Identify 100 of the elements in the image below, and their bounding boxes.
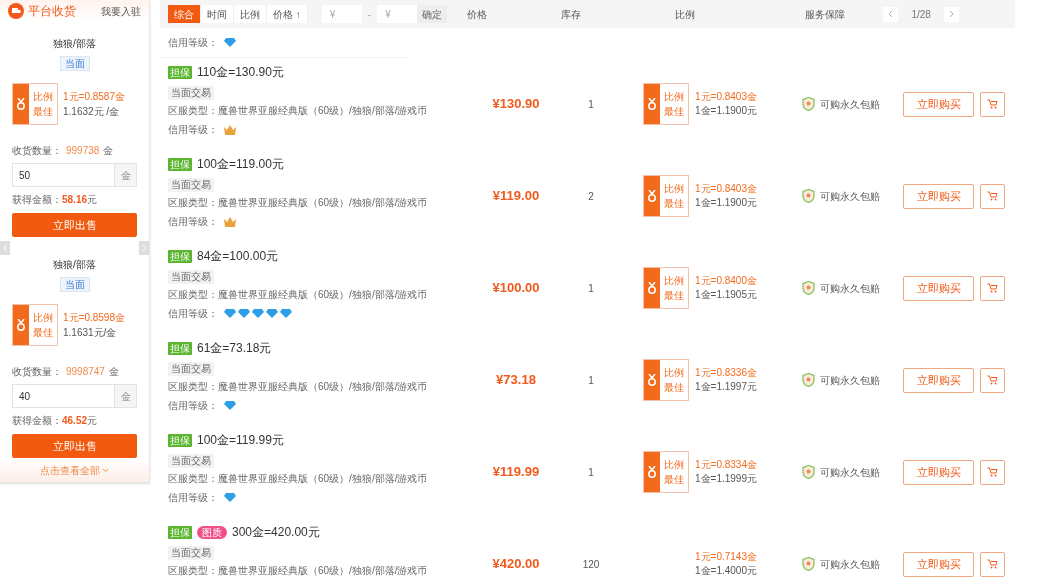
listing-title[interactable]: 100金=119.99元: [197, 431, 284, 449]
cart-icon: [987, 283, 998, 293]
diamond-icon: [280, 309, 292, 318]
guarantee-tag: 担保: [168, 157, 192, 171]
add-to-cart-button[interactable]: [980, 367, 1005, 393]
quantity-unit: 金: [103, 144, 114, 159]
listing-title[interactable]: 61金=73.18元: [197, 339, 272, 357]
listing-title[interactable]: 110金=130.90元: [197, 63, 284, 81]
unit-price: 1金=1.1999元: [695, 472, 757, 486]
unit-label: 金: [114, 164, 136, 187]
listing-title[interactable]: 300金=420.00元: [232, 523, 320, 541]
buy-now-button[interactable]: 立即购买: [903, 183, 974, 209]
trade-tag: 当面: [59, 56, 90, 72]
shield-icon: [802, 373, 815, 387]
buy-now-button[interactable]: 立即购买: [903, 551, 974, 577]
cart-icon: [987, 559, 998, 569]
next-button[interactable]: [139, 241, 149, 256]
service-label: 可购永久包赔: [820, 557, 880, 572]
add-to-cart-button[interactable]: [980, 91, 1005, 117]
unit-price: 1金=1.1997元: [695, 380, 757, 394]
quantity-value: 999738: [66, 144, 100, 159]
exchange-rate: 1元=0.8334金: [695, 458, 757, 472]
amount-input[interactable]: 50: [13, 164, 114, 187]
price: ¥420.00: [492, 555, 540, 574]
service-label: 可购永久包赔: [820, 281, 880, 296]
amount-input[interactable]: 40: [13, 385, 114, 408]
shield-icon: [802, 281, 815, 295]
buy-now-button[interactable]: 立即购买: [903, 367, 974, 393]
exchange-rate: 1元=0.8403金: [695, 90, 757, 104]
confirm-button[interactable]: 确定: [417, 5, 448, 23]
chevron-right-icon: [141, 244, 147, 253]
medal-icon: [647, 190, 657, 202]
sort-tab[interactable]: 时间: [201, 5, 234, 23]
medal-icon: [647, 374, 657, 386]
min-price-field[interactable]: ¥: [321, 5, 362, 23]
best-ratio-badge: 比例最佳: [12, 83, 58, 126]
exchange-rate: 1元=0.8587金: [63, 90, 125, 105]
join-link[interactable]: 我要入驻: [101, 3, 141, 19]
sort-tab[interactable]: 价格 ↑: [267, 5, 308, 23]
stock-count: 2: [588, 189, 594, 204]
exchange-rate: 1元=0.8403金: [695, 182, 757, 196]
amount-field[interactable]: 40 金: [12, 384, 137, 409]
earn-value: 46.52: [62, 414, 88, 429]
best-ratio-badge: 比例最佳: [643, 359, 689, 401]
unit-price: 1.1632元 /金: [63, 105, 121, 120]
quantity-label: 收货数量：: [12, 365, 62, 380]
quantity-value: 9998747: [66, 365, 105, 380]
credit-label: 信用等级：: [168, 215, 218, 229]
quantity-unit: 金: [108, 365, 119, 380]
add-to-cart-button[interactable]: [980, 459, 1005, 485]
diamond-icon: [238, 309, 250, 318]
add-to-cart-button[interactable]: [980, 183, 1005, 209]
guarantee-tag: 担保: [168, 433, 192, 447]
credit-label: 信用等级：: [168, 399, 218, 413]
diamond-icon: [224, 309, 236, 318]
listing-title[interactable]: 100金=119.00元: [197, 155, 284, 173]
exchange-rate: 1元=0.7143金: [695, 550, 757, 564]
buy-now-button[interactable]: 立即购买: [903, 91, 974, 117]
shield-icon: [802, 465, 815, 479]
cart-icon: [987, 467, 998, 477]
column-header: 库存: [560, 7, 583, 22]
service-label: 可购永久包赔: [820, 373, 880, 388]
column-header: 服务保障: [804, 7, 847, 22]
amount-field[interactable]: 50 金: [12, 163, 137, 188]
max-price-field[interactable]: ¥: [377, 5, 418, 23]
earn-label: 获得金额：: [12, 193, 62, 208]
price: ¥119.99: [492, 463, 540, 482]
add-to-cart-button[interactable]: [980, 275, 1005, 301]
server-type: 区服类型：魔兽世界亚服经典版（60级）/独狼/部落/游戏币: [168, 564, 429, 578]
stock-count: 1: [588, 281, 594, 296]
add-to-cart-button[interactable]: [980, 551, 1005, 577]
diamond-icon: [224, 493, 236, 502]
unit-price: 1.1631元/金: [63, 326, 118, 341]
stock-count: 1: [588, 465, 594, 480]
diamond-icon: [224, 38, 236, 47]
next-page-button[interactable]: [944, 6, 960, 22]
previous-page-button[interactable]: [883, 6, 899, 22]
diamond-icon: [224, 401, 236, 410]
earn-unit: 元: [87, 193, 98, 208]
unit-price: 1金=1.1905元: [695, 288, 757, 302]
trade-tag: 当面交易: [168, 86, 214, 100]
buy-now-button[interactable]: 立即购买: [903, 459, 974, 485]
unit-price: 1金=1.1900元: [695, 104, 757, 118]
trade-tag: 当面: [59, 277, 90, 293]
medal-icon: [16, 319, 26, 332]
previous-button[interactable]: [0, 241, 10, 256]
trade-tag: 当面交易: [168, 454, 214, 468]
trade-tag: 当面交易: [168, 546, 214, 560]
sort-tab[interactable]: 比例: [234, 5, 267, 23]
price: ¥100.00: [492, 279, 540, 298]
cart-icon: [987, 191, 998, 201]
shield-icon: [802, 189, 815, 203]
credit-label: 信用等级：: [168, 123, 218, 137]
medal-icon: [16, 98, 26, 111]
stock-count: 1: [588, 373, 594, 388]
stock-count: 1: [588, 97, 594, 112]
trade-tag: 当面交易: [168, 362, 214, 376]
listing-title[interactable]: 84金=100.00元: [197, 247, 279, 265]
buy-now-button[interactable]: 立即购买: [903, 275, 974, 301]
crown-icon: [224, 216, 236, 227]
